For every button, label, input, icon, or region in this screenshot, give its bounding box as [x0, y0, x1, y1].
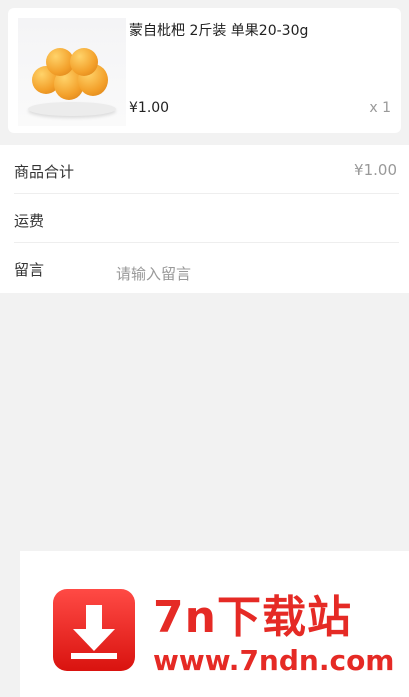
order-summary: 商品合计 ¥1.00 运费 留言 [0, 145, 409, 293]
plate-shape [28, 102, 116, 116]
product-title: 蒙自枇杷 2斤装 单果20-30g [129, 23, 309, 39]
subtotal-label: 商品合计 [14, 163, 75, 181]
fruit-shape [70, 48, 98, 76]
watermark-banner: 7n下载站 www.7ndn.com [20, 551, 409, 697]
watermark-url: www.7ndn.com [153, 644, 395, 677]
shipping-label: 运费 [14, 212, 45, 230]
download-arrow-icon [53, 589, 135, 671]
product-price: ¥1.00 [129, 100, 170, 116]
memo-input[interactable] [116, 263, 386, 285]
shipping-row: 运费 [14, 194, 399, 243]
watermark-title: 7n下载站 [153, 592, 352, 643]
product-image [18, 18, 126, 126]
product-quantity: x 1 [369, 100, 391, 116]
product-card[interactable]: 蒙自枇杷 2斤装 单果20-30g ¥1.00 x 1 [8, 8, 401, 133]
subtotal-row: 商品合计 ¥1.00 [14, 145, 399, 194]
subtotal-value: ¥1.00 [354, 161, 397, 179]
memo-label: 留言 [14, 261, 45, 279]
